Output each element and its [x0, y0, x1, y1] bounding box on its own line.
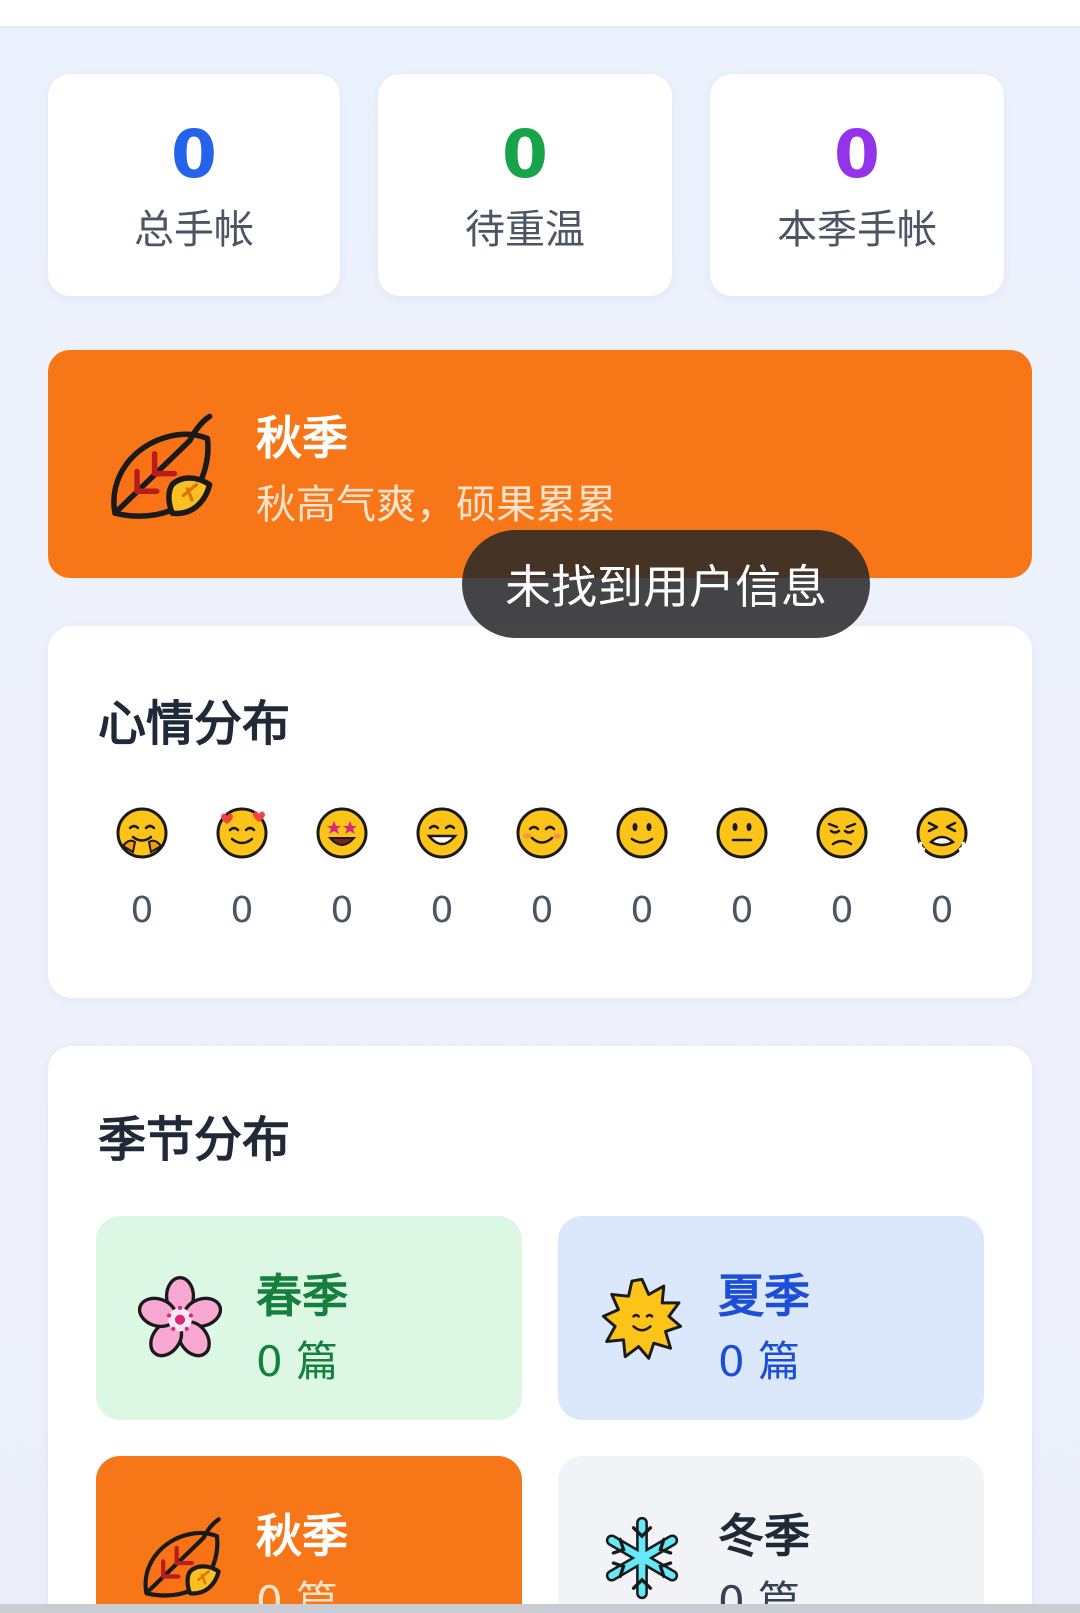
fallen-leaf-icon	[138, 1516, 222, 1600]
mood-distribution-card: 心情分布 0 0 0 0 0 0 0 0 0	[48, 626, 1032, 998]
mood-item[interactable]: 0	[392, 806, 492, 931]
stat-card-total[interactable]: 0 总手帐	[48, 74, 340, 296]
sun-face-icon	[601, 1277, 683, 1360]
slightly-smiling-face-icon	[616, 807, 668, 859]
banner-season-title: 秋季	[256, 411, 348, 465]
grinning-face-icon	[416, 807, 468, 859]
stat-value-season: 0	[834, 116, 880, 193]
season-name-autumn: 秋季	[256, 1509, 348, 1563]
season-tile-winter[interactable]: 冬季 0 篇	[558, 1456, 984, 1613]
mood-count: 0	[430, 890, 454, 931]
mood-count: 0	[130, 890, 154, 931]
neutral-face-icon	[716, 807, 768, 859]
season-tile-spring[interactable]: 春季 0 篇	[96, 1216, 522, 1420]
stat-value-total: 0	[171, 116, 217, 193]
season-name-summer: 夏季	[718, 1269, 810, 1323]
stat-value-review: 0	[502, 116, 548, 193]
mood-count: 0	[530, 890, 554, 931]
mood-item[interactable]: 0	[192, 806, 292, 931]
season-name-winter: 冬季	[718, 1509, 810, 1563]
season-count-spring: 0 篇	[256, 1337, 339, 1386]
mood-count: 0	[630, 890, 654, 931]
mood-item[interactable]: 0	[792, 806, 892, 931]
season-count-summer: 0 篇	[718, 1337, 801, 1386]
cherry-blossom-icon	[138, 1276, 222, 1358]
mood-item[interactable]: 0	[492, 806, 592, 931]
mood-count: 0	[930, 890, 954, 931]
hugging-face-icon	[116, 807, 168, 859]
mood-heading: 心情分布	[98, 696, 291, 752]
snowflake-icon	[605, 1516, 679, 1600]
season-name-spring: 春季	[256, 1269, 348, 1323]
stat-card-review[interactable]: 0 待重温	[378, 74, 672, 296]
toast-message: 未找到用户信息	[462, 530, 870, 638]
smiling-face-with-hearts-icon	[216, 807, 268, 859]
tired-face-icon	[916, 807, 968, 859]
stat-card-season[interactable]: 0 本季手帐	[710, 74, 1004, 296]
mood-count: 0	[230, 890, 254, 931]
fallen-leaf-icon	[104, 412, 214, 522]
mood-count: 0	[730, 890, 754, 931]
season-heading: 季节分布	[98, 1112, 291, 1168]
disappointed-face-icon	[816, 807, 868, 859]
stat-label-total: 总手帐	[134, 207, 254, 253]
banner-season-subtitle: 秋高气爽，硕果累累	[256, 482, 616, 528]
season-tile-autumn[interactable]: 秋季 0 篇	[96, 1456, 522, 1613]
season-tile-summer[interactable]: 夏季 0 篇	[558, 1216, 984, 1420]
star-struck-face-icon	[316, 807, 368, 859]
mood-item[interactable]: 0	[292, 806, 392, 931]
mood-item[interactable]: 0	[92, 806, 192, 931]
top-bar	[0, 0, 1080, 26]
stat-label-review: 待重温	[465, 207, 585, 253]
mood-item[interactable]: 0	[692, 806, 792, 931]
mood-count: 0	[830, 890, 854, 931]
bottom-edge	[0, 1604, 1080, 1613]
mood-row: 0 0 0 0 0 0 0 0 0	[92, 806, 1012, 956]
stat-label-season: 本季手帐	[777, 207, 937, 253]
smiling-eyes-face-icon	[516, 807, 568, 859]
season-distribution-card: 季节分布 春季 0 篇 夏季 0 篇 秋季 0 篇 冬季 0 篇	[48, 1046, 1032, 1613]
mood-item[interactable]: 0	[892, 806, 992, 931]
mood-item[interactable]: 0	[592, 806, 692, 931]
mood-count: 0	[330, 890, 354, 931]
